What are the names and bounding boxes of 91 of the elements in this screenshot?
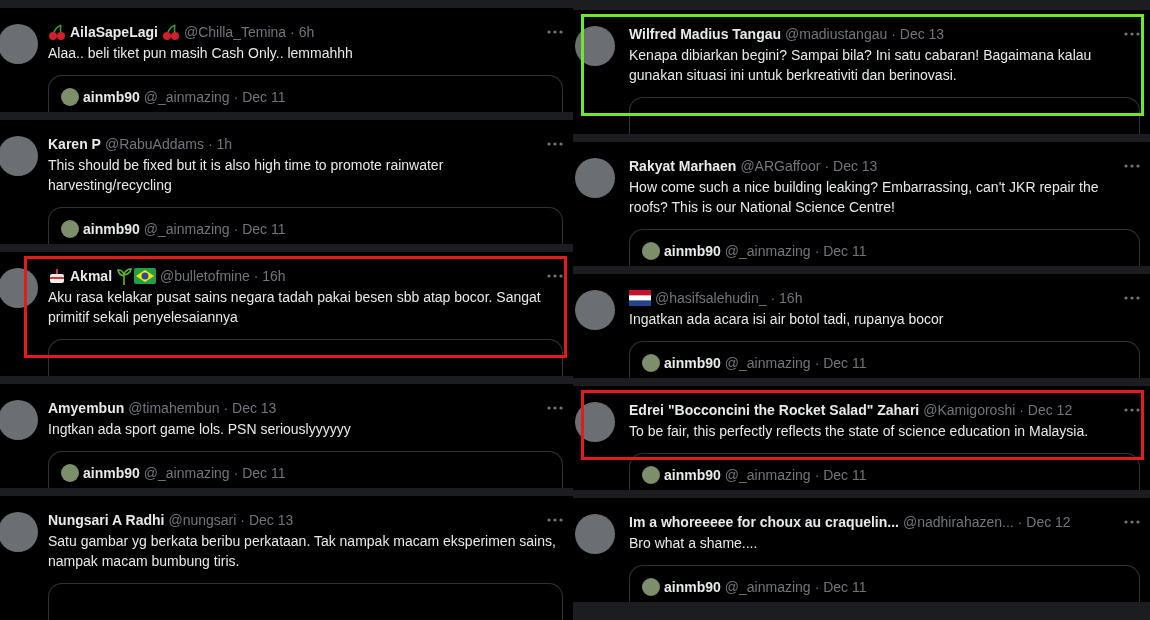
quoted-handle: @_ainmazing xyxy=(143,221,230,237)
quoted-handle: @_ainmazing xyxy=(724,243,811,259)
author-handle[interactable]: @RabuAddams xyxy=(104,134,204,154)
quoted-avatar xyxy=(61,464,79,482)
tweet-time[interactable]: · 16h xyxy=(770,288,803,308)
quoted-tweet[interactable]: ainmb90 @_ainmazing · Dec 11 xyxy=(629,453,1140,490)
tweet-text: Aku rasa kelakar pusat sains negara tadah pakai besen sbb atap bocor. Sangat primitif sekali penyelesaiannya xyxy=(48,288,542,327)
tweet-time[interactable]: · Dec 13 xyxy=(223,398,277,418)
more-icon[interactable] xyxy=(1124,32,1140,36)
author-name[interactable]: Rakyat Marhaen xyxy=(629,156,737,176)
tweet-text: How come such a nice building leaking? Embarrassing, can't JKR repair the roofs? This is our National Science Centre! xyxy=(629,178,1100,217)
quoted-time: · Dec 11 xyxy=(233,465,286,481)
quoted-author: ainmb90 xyxy=(664,467,721,483)
tweet-time[interactable]: · 1h xyxy=(207,134,233,154)
author-handle[interactable]: @Chilla_Temina xyxy=(183,22,287,42)
tweet-text: Alaa.. beli tiket pun masih Cash Only.. lemmahhh xyxy=(48,44,354,63)
quoted-avatar xyxy=(642,242,660,260)
tweet-text: This should be fixed but it is also high time to promote rainwater harvesting/recycling xyxy=(48,156,445,195)
flag-icon xyxy=(134,268,157,284)
author-handle[interactable]: @hasifsalehudin_ xyxy=(655,288,767,308)
avatar[interactable] xyxy=(575,26,615,66)
cherry-icon xyxy=(161,23,180,41)
tweet-time[interactable]: · Dec 13 xyxy=(891,24,945,44)
quoted-tweet[interactable]: ainmb90 @_ainmazing · Dec 11 xyxy=(629,341,1140,378)
author-handle[interactable]: @Kamigoroshi xyxy=(923,400,1016,420)
quoted-tweet[interactable]: ainmb90 @_ainmazing · Dec 11 xyxy=(48,451,563,488)
quoted-author: ainmb90 xyxy=(664,579,721,595)
author-handle[interactable]: @nungsari xyxy=(168,510,237,530)
author-name[interactable]: Amyembun xyxy=(48,398,125,418)
quoted-avatar xyxy=(642,466,660,484)
quoted-author: ainmb90 xyxy=(83,465,140,481)
tweet-text: To be fair, this perfectly reflects the state of science education in Malaysia. xyxy=(629,422,1090,441)
cherry-icon xyxy=(48,23,66,41)
quoted-time: · Dec 11 xyxy=(233,221,286,237)
tweet-time[interactable]: · Dec 12 xyxy=(1017,512,1071,532)
tweet-time[interactable]: · 6h xyxy=(290,22,315,42)
tweet-text: Kenapa dibiarkan begini? Sampai bila? Ini satu cabaran! Bagaimana kalau gunakan situasi ini untuk berkreativiti dan berinovasi. xyxy=(629,46,1093,85)
quoted-handle: @_ainmazing xyxy=(143,465,230,481)
quoted-tweet[interactable]: ainmb90 @_ainmazing · Dec 11 xyxy=(48,207,563,244)
quoted-handle: @_ainmazing xyxy=(143,89,230,105)
author-name[interactable]: Wilfred Madius Tangau xyxy=(629,24,782,44)
more-icon[interactable] xyxy=(1124,296,1140,300)
quoted-time: · Dec 11 xyxy=(814,467,867,483)
quoted-avatar xyxy=(642,578,660,596)
author-name[interactable]: AilaSapeLagi xyxy=(70,22,158,42)
quoted-author: ainmb90 xyxy=(83,89,140,105)
flag-icon xyxy=(629,290,651,306)
tweet-text: Bro what a shame.... xyxy=(629,534,759,553)
quoted-avatar xyxy=(61,220,79,238)
quoted-author: ainmb90 xyxy=(664,243,721,259)
tweet-text: Satu gambar yg berkata beribu perkataan. Tak nampak macam eksperimen sains, nampak macam bumbung tiris. xyxy=(48,532,557,571)
quoted-tweet[interactable]: ainmb90 @_ainmazing · Dec 11 xyxy=(48,75,563,112)
quoted-handle: @_ainmazing xyxy=(724,467,811,483)
more-icon[interactable] xyxy=(547,142,563,146)
tweet-time[interactable]: · Dec 13 xyxy=(824,156,878,176)
tweet-text: Ingtkan ada sport game lols. PSN seriouslyyyyyy xyxy=(48,420,352,439)
more-icon[interactable] xyxy=(547,274,563,278)
tweet-time[interactable]: · Dec 13 xyxy=(240,510,294,530)
quoted-author: ainmb90 xyxy=(83,221,140,237)
more-icon[interactable] xyxy=(1124,408,1140,412)
author-handle[interactable]: @nadhirahazen... xyxy=(903,512,1014,532)
tweet-time[interactable]: · Dec 12 xyxy=(1019,400,1073,420)
quoted-time: · Dec 11 xyxy=(233,89,286,105)
quoted-tweet[interactable]: ainmb90 @_ainmazing · Dec 11 xyxy=(629,565,1140,602)
author-name[interactable]: Nungsari A Radhi xyxy=(48,510,165,530)
author-name[interactable]: Im a whoreeeee for choux au craquelin... xyxy=(629,512,899,532)
quoted-handle: @_ainmazing xyxy=(724,355,811,371)
author-handle[interactable]: @ARGaffoor xyxy=(740,156,821,176)
more-icon[interactable] xyxy=(547,518,563,522)
more-icon[interactable] xyxy=(1124,164,1140,168)
quoted-avatar xyxy=(642,354,660,372)
tweet-time[interactable]: · 16h xyxy=(253,266,286,286)
cake-icon xyxy=(48,267,66,285)
author-name[interactable]: Edrei "Bocconcini the Rocket Salad" Zahari xyxy=(629,400,920,420)
tweet-text: Ingatkan ada acara isi air botol tadi, rupanya bocor xyxy=(629,310,945,329)
more-icon[interactable] xyxy=(547,30,563,34)
sprout-icon xyxy=(116,267,133,285)
more-icon[interactable] xyxy=(1124,520,1140,524)
quoted-avatar xyxy=(61,88,79,106)
quoted-time: · Dec 11 xyxy=(814,355,867,371)
quoted-time: · Dec 11 xyxy=(814,243,867,259)
author-handle[interactable]: @madiustangau xyxy=(785,24,888,44)
author-name[interactable]: Akmal xyxy=(70,266,113,286)
author-handle[interactable]: @bulletofmine xyxy=(160,266,250,286)
quoted-handle: @_ainmazing xyxy=(724,579,811,595)
more-icon[interactable] xyxy=(547,406,563,410)
quoted-time: · Dec 11 xyxy=(814,579,867,595)
author-handle[interactable]: @timahembun xyxy=(128,398,220,418)
quoted-tweet[interactable]: ainmb90 @_ainmazing · Dec 11 xyxy=(629,229,1140,266)
author-name[interactable]: Karen P xyxy=(48,134,101,154)
quoted-author: ainmb90 xyxy=(664,355,721,371)
